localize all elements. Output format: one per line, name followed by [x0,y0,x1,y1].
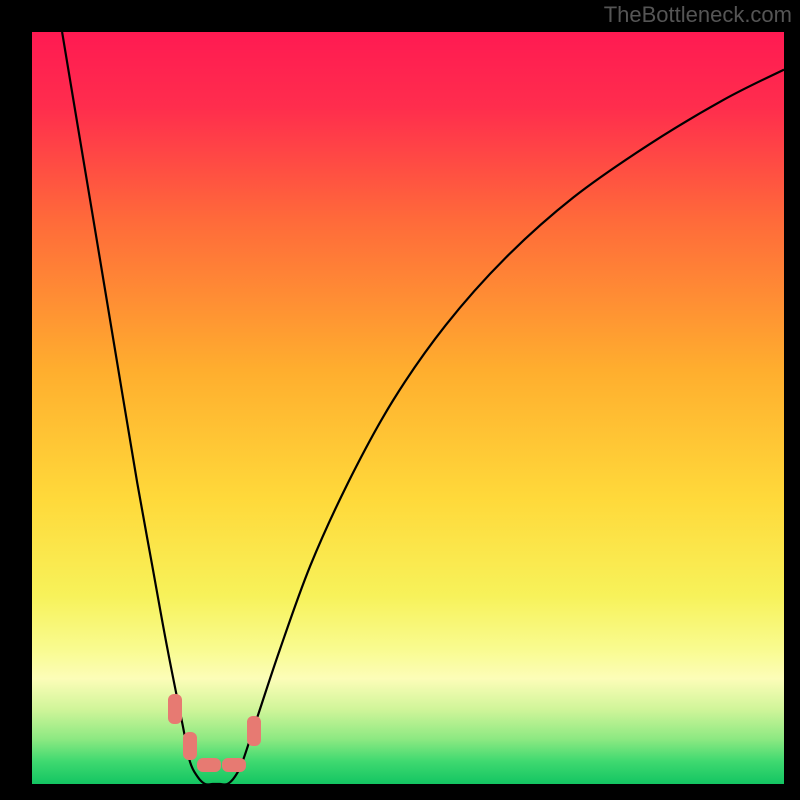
curve-marker [183,732,197,760]
watermark-label: TheBottleneck.com [604,2,792,28]
chart-wrapper: TheBottleneck.com [0,0,800,800]
curve-marker [197,758,221,772]
plot-area [32,32,784,784]
bottleneck-curve [32,32,784,784]
curve-marker [247,716,261,746]
curve-marker [168,694,182,724]
curve-marker [222,758,246,772]
